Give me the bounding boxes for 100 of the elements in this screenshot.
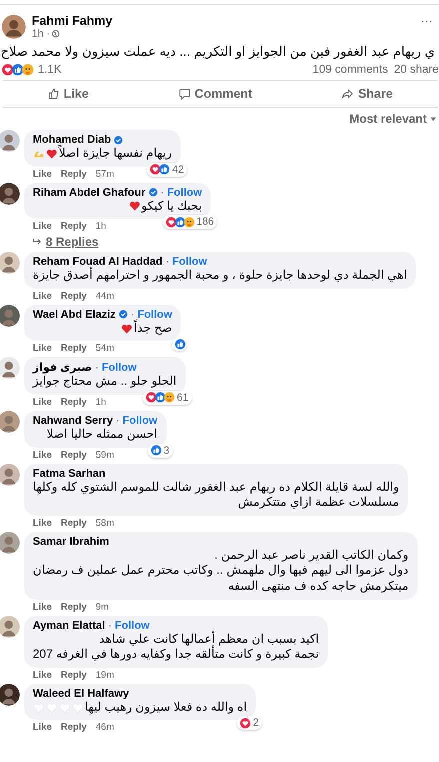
comment-action-link[interactable]: Like	[33, 670, 52, 681]
separator-dot: ·	[166, 256, 170, 268]
post-action-button[interactable]: Comment	[170, 85, 260, 103]
commenter-name[interactable]: Nahwand Serry	[33, 414, 114, 427]
comment-time[interactable]: 57m	[96, 168, 114, 180]
shares-count[interactable]: 20 share	[394, 64, 439, 76]
follow-link[interactable]: Follow	[115, 620, 150, 632]
comment-text: احسن ممثله حاليا اصلا	[46, 426, 158, 443]
reaction-count[interactable]: 61	[176, 392, 189, 404]
heart-icon	[46, 148, 58, 160]
follow-link[interactable]: Follow	[138, 308, 172, 321]
reply-arrow-icon	[33, 238, 42, 246]
post-text: ي ريهام عبد الغفور فين من الجوايز او التكريم ... ديه عملت سيزون ولا محمد صلاح	[2, 43, 436, 60]
avatar[interactable]	[0, 684, 20, 706]
comment-text: ميتكرمش حاجه كده ف منتهى السفه	[228, 578, 409, 595]
comment-action-link[interactable]: Like	[33, 722, 52, 734]
comment-action-link[interactable]: Like	[33, 396, 52, 408]
comments-count[interactable]: 109 comments	[312, 64, 388, 76]
reaction-pill[interactable]: 42	[147, 162, 188, 177]
reaction-count[interactable]: 42	[172, 164, 184, 176]
post-time[interactable]: 1h ·	[32, 28, 50, 40]
follow-link[interactable]: Follow	[167, 186, 202, 199]
comment-text: والله لسة قايلة الكلام ده ريهام عبد الغفور شالت للموسم الشتوي كله وكلها	[33, 480, 400, 496]
caret-icon	[430, 116, 437, 122]
reaction-count[interactable]: 2	[253, 717, 260, 730]
comment-time[interactable]: 58m	[96, 518, 114, 529]
comment-action-link[interactable]: Like	[33, 450, 52, 461]
comment-action-link[interactable]: Reply	[61, 450, 87, 461]
post-action-button[interactable]: Share	[334, 85, 402, 103]
commenter-name[interactable]: Ayman Elattal	[33, 620, 106, 632]
reaction-count[interactable]: 186	[196, 216, 214, 228]
comment-text: مسلسلات عظمة ازاي متتكرمش	[238, 495, 400, 511]
comment-text: الحلو حلو .. مش محتاج جوايز	[33, 374, 177, 390]
comment-action-link[interactable]: Like	[33, 290, 52, 302]
comment-text: بحبك يا كيكو	[142, 198, 202, 214]
post-action-button[interactable]: Like	[40, 85, 97, 103]
share-arrow-icon	[342, 88, 354, 100]
comment-action-link[interactable]: Reply	[61, 396, 87, 408]
avatar[interactable]	[0, 304, 20, 327]
comment-text: نجمة كبيرة و كانت متألقه جدا وكفايه دورها في الغرفه 207	[33, 647, 320, 663]
comment-time[interactable]: 46m	[96, 722, 114, 734]
follow-link[interactable]: Follow	[102, 362, 137, 374]
comment-time[interactable]: 9m	[96, 602, 110, 613]
comment-time[interactable]: 59m	[96, 450, 114, 461]
comment-action-link[interactable]: Like	[33, 602, 52, 613]
comment-action-link[interactable]: Like	[33, 518, 52, 529]
reaction-count[interactable]: 3	[164, 444, 170, 457]
heart-icon	[59, 702, 71, 714]
comment-action-link[interactable]: Reply	[61, 343, 87, 354]
comment-action-link[interactable]: Reply	[61, 221, 87, 232]
speech-bubble-icon	[178, 88, 191, 100]
separator-dot: ·	[130, 308, 135, 321]
comment-time[interactable]: 54m	[96, 343, 114, 354]
comment-action-link[interactable]: Reply	[61, 290, 87, 302]
comment-action-link[interactable]: Like	[33, 221, 52, 232]
commenter-name[interactable]: Samar Ibrahim	[33, 536, 110, 548]
comment-action-link[interactable]: Reply	[61, 168, 87, 180]
commenter-name[interactable]: Mohamed Diab	[33, 134, 112, 146]
view-replies-link[interactable]: 8 Replies	[24, 232, 99, 250]
avatar[interactable]	[0, 182, 20, 205]
reaction-pill[interactable]: 3	[148, 444, 173, 458]
reaction-pill[interactable]	[172, 338, 188, 352]
avatar[interactable]	[2, 15, 26, 39]
more-options[interactable]: ···	[421, 14, 433, 28]
comment-time[interactable]: 1h	[96, 396, 106, 408]
author-name[interactable]: Fahmi Fahmy	[32, 14, 415, 28]
comment-text: وكمان الكاتب القدير ناصر عبد الرحمن .	[214, 548, 409, 564]
comment-action-link[interactable]: Reply	[61, 670, 87, 681]
follow-link[interactable]: Follow	[122, 414, 158, 427]
love-reaction-icon	[166, 216, 177, 228]
commenter-name[interactable]: Wael Abd Elaziz	[33, 308, 116, 321]
reaction-count[interactable]: 1.1K	[38, 64, 62, 76]
comment-time[interactable]: 19m	[96, 670, 114, 681]
comment-action-link[interactable]: Reply	[61, 722, 87, 734]
comment-action-link[interactable]: Like	[33, 168, 52, 180]
commenter-name[interactable]: Reham Fouad Al Haddad	[33, 256, 163, 268]
separator-dot: ·	[160, 186, 164, 199]
comment-action-link[interactable]: Reply	[61, 602, 87, 613]
heart-icon	[72, 702, 84, 714]
reaction-pill[interactable]: 2	[237, 716, 262, 730]
commenter-name[interactable]: صبرى فواز	[33, 361, 92, 374]
comment-action-link[interactable]: Like	[33, 343, 52, 354]
comment-time[interactable]: 1h	[96, 221, 106, 232]
commenter-name[interactable]: Fatma Sarhan	[33, 468, 106, 480]
heart-icon	[128, 200, 140, 212]
comment-text: صح جداً	[134, 320, 172, 336]
like-reaction-icon	[150, 445, 162, 456]
thumbs-up-icon	[48, 88, 60, 100]
reaction-pill[interactable]: 186	[162, 215, 218, 230]
commenter-name[interactable]: Waleed El Halfawy	[33, 688, 130, 700]
comment-action-link[interactable]: Reply	[61, 518, 87, 529]
separator-dot: ·	[108, 620, 112, 632]
like-reaction-icon	[175, 339, 186, 350]
love-reaction-icon	[150, 164, 162, 176]
commenter-name[interactable]: Riham Abdel Ghafour	[33, 186, 146, 199]
comment-time[interactable]: 44m	[96, 290, 114, 302]
follow-link[interactable]: Follow	[172, 256, 208, 268]
sort-dropdown[interactable]: Most relevant	[348, 110, 439, 128]
comment-text: اهي الجملة دي لوحدها جايزة حلوة ، و محبة الجمهور و احترامهم أصدق جايزة	[33, 268, 408, 284]
reaction-pill[interactable]: 61	[142, 390, 192, 405]
